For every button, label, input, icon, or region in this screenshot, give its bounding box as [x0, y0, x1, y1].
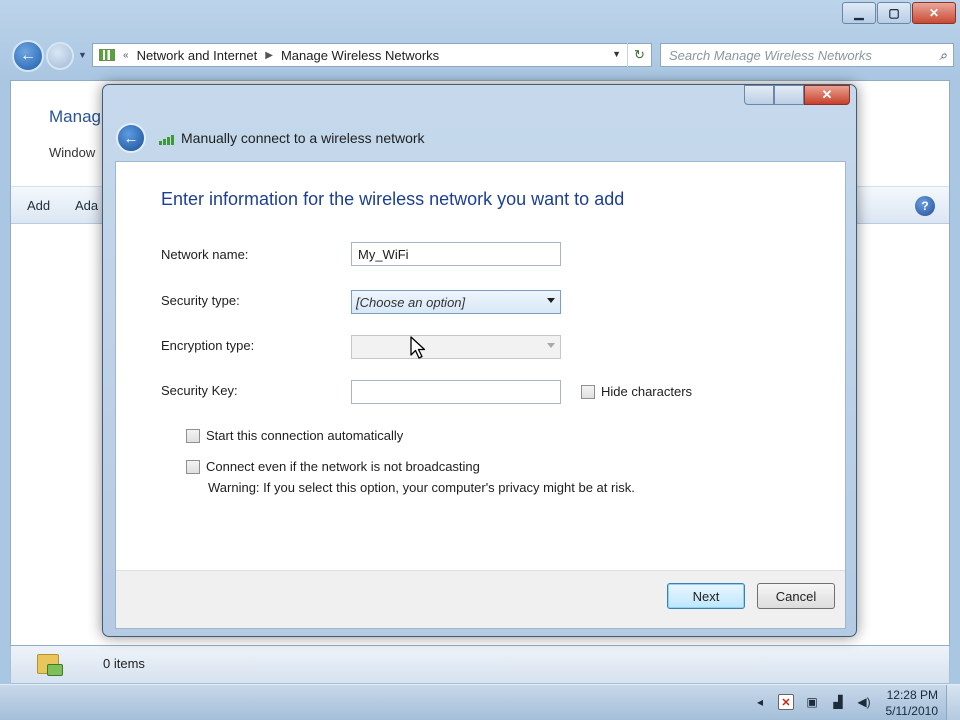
volume-icon[interactable]: ◀): [856, 694, 872, 710]
connect-not-broadcasting-checkbox[interactable]: Connect even if the network is not broad…: [186, 459, 480, 474]
network-name-value: My_WiFi: [358, 246, 409, 262]
hide-characters-checkbox[interactable]: Hide characters: [581, 384, 692, 399]
mouse-cursor-icon: [410, 336, 426, 359]
security-type-label: Security type:: [161, 293, 240, 308]
start-automatically-label: Start this connection automatically: [206, 428, 404, 443]
security-type-value: [Choose an option]: [356, 294, 466, 310]
minimize-button[interactable]: ▁: [842, 2, 876, 24]
action-center-icon[interactable]: ✕: [778, 694, 794, 710]
taskbar: ◂ ✕ ▣ ▟ ◀) 12:28 PM 5/11/2010: [0, 684, 960, 720]
dialog-footer: Next Cancel: [116, 570, 845, 628]
system-tray: ◂ ✕ ▣ ▟ ◀): [752, 694, 872, 710]
breadcrumb-overflow-icon[interactable]: «: [123, 50, 129, 61]
adapter-properties-button[interactable]: Ada: [75, 198, 98, 213]
show-hidden-icons-icon[interactable]: ◂: [752, 694, 768, 710]
network-folder-icon: [37, 652, 63, 676]
back-arrow-icon: ←: [20, 47, 36, 64]
dialog-body: Enter information for the wireless netwo…: [115, 161, 846, 629]
main-instruction: Enter information for the wireless netwo…: [161, 189, 625, 209]
wireless-signal-icon: [99, 49, 115, 61]
security-key-label: Security Key:: [161, 383, 238, 398]
show-desktop-button[interactable]: [946, 685, 960, 720]
page-subtitle: Window: [49, 145, 96, 160]
next-button[interactable]: Next: [667, 583, 745, 609]
wireless-signal-icon: [159, 133, 177, 145]
breadcrumb-manage-wireless-networks[interactable]: Manage Wireless Networks: [281, 48, 439, 63]
forward-button[interactable]: [46, 42, 74, 70]
breadcrumb-network-and-internet[interactable]: Network and Internet: [137, 48, 258, 63]
address-dropdown-icon[interactable]: ▼: [612, 49, 621, 59]
connect-not-broadcasting-label: Connect even if the network is not broad…: [206, 459, 480, 474]
network-name-label: Network name:: [161, 247, 249, 262]
hide-characters-label: Hide characters: [601, 384, 693, 399]
security-type-select[interactable]: [Choose an option]: [351, 290, 561, 314]
item-count: 0 items: [103, 656, 145, 671]
dropdown-arrow-icon: [547, 343, 555, 348]
dialog-minimize-button: [744, 85, 774, 105]
manual-connect-dialog: ✕ ← Manually connect to a wireless netwo…: [102, 84, 857, 637]
help-icon[interactable]: ?: [915, 196, 935, 216]
maximize-button[interactable]: ▢: [877, 2, 911, 24]
cancel-button[interactable]: Cancel: [757, 583, 835, 609]
window-caption-buttons: ▁ ▢ ✕: [842, 2, 956, 24]
clock-time: 12:28 PM: [886, 688, 938, 702]
usb-device-icon[interactable]: ▣: [804, 694, 820, 710]
close-button[interactable]: ✕: [912, 2, 956, 24]
dialog-title: Manually connect to a wireless network: [181, 130, 425, 146]
dialog-back-button[interactable]: ←: [116, 123, 146, 153]
back-button[interactable]: ←: [12, 40, 44, 72]
network-name-input[interactable]: My_WiFi: [351, 242, 561, 266]
breadcrumb-separator-icon[interactable]: ▶: [265, 50, 273, 61]
dialog-caption-buttons: ✕: [744, 85, 850, 105]
page-title: Manag: [49, 107, 101, 126]
search-input[interactable]: Search Manage Wireless Networks ⌕: [660, 43, 954, 67]
navigation-bar: ← ▼ « Network and Internet ▶ Manage Wire…: [8, 38, 954, 74]
back-arrow-icon: ←: [123, 129, 139, 147]
dialog-maximize-button: [774, 85, 804, 105]
security-key-input[interactable]: [351, 380, 561, 404]
clock-date: 5/11/2010: [885, 704, 939, 718]
dropdown-arrow-icon: [547, 298, 555, 303]
start-automatically-checkbox[interactable]: Start this connection automatically: [186, 428, 403, 443]
privacy-warning: Warning: If you select this option, your…: [208, 480, 635, 495]
search-placeholder: Search Manage Wireless Networks: [669, 47, 872, 63]
wireless-signal-icon[interactable]: ▟: [830, 694, 846, 710]
address-bar[interactable]: « Network and Internet ▶ Manage Wireless…: [92, 43, 652, 67]
refresh-icon[interactable]: ↻: [627, 43, 651, 67]
dialog-close-button[interactable]: ✕: [804, 85, 850, 105]
search-icon[interactable]: ⌕: [939, 47, 947, 64]
encryption-type-select: [351, 335, 561, 359]
checkbox-box[interactable]: [581, 384, 595, 399]
encryption-type-label: Encryption type:: [161, 338, 255, 353]
checkbox-box[interactable]: [186, 428, 200, 443]
clock[interactable]: 12:28 PM 5/11/2010: [886, 687, 939, 719]
add-button[interactable]: Add: [27, 198, 50, 213]
recent-pages-dropdown[interactable]: ▼: [78, 50, 87, 60]
checkbox-box[interactable]: [186, 459, 200, 474]
status-bar: 0 items: [10, 646, 950, 684]
